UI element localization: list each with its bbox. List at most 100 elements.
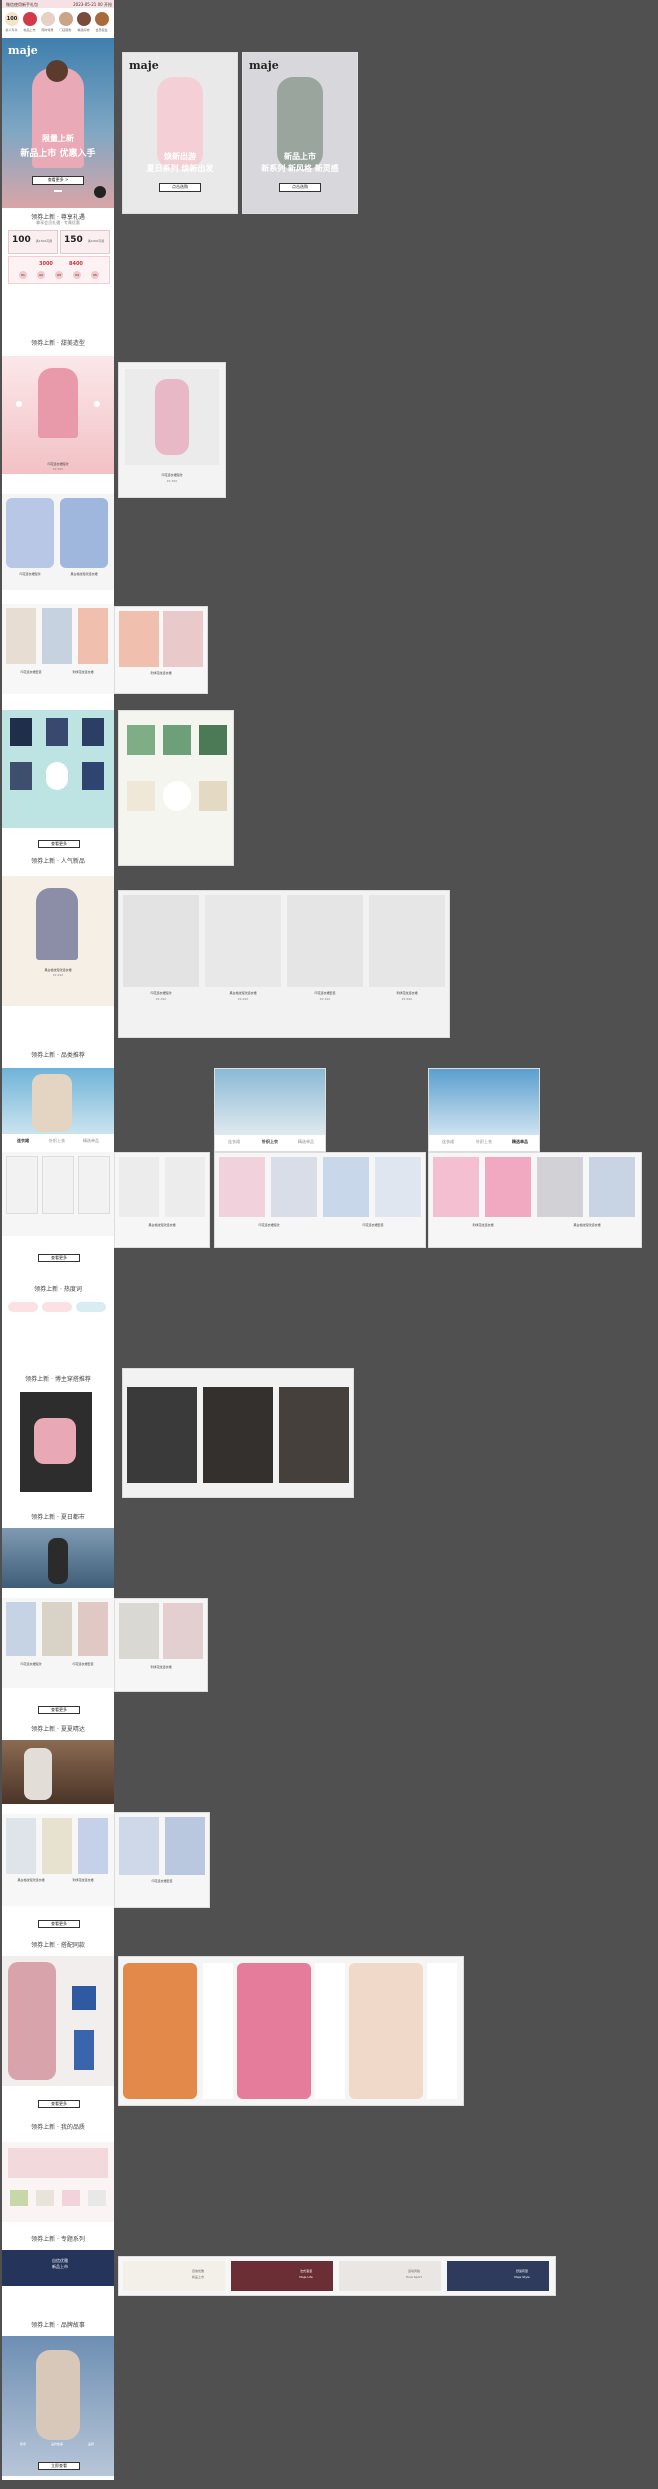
grid-item[interactable] xyxy=(46,718,68,746)
grid-item[interactable] xyxy=(82,718,104,746)
promo-banner-4[interactable]: 舒适有型 Maje Style xyxy=(447,2261,549,2291)
category-variant-2[interactable]: 连衣裙 针织上衣 精选单品 xyxy=(214,1068,326,1152)
match-item-panel[interactable] xyxy=(315,1963,345,2099)
product-image[interactable] xyxy=(369,895,445,987)
product-image[interactable] xyxy=(78,1602,108,1656)
hot-word-tag[interactable] xyxy=(76,1302,106,1312)
product-image[interactable] xyxy=(119,611,159,667)
coupon-card-2[interactable]: 150 满2000可用 xyxy=(60,230,110,254)
match-look[interactable] xyxy=(237,1963,311,2099)
tab-picks[interactable]: 精选单品 xyxy=(291,1139,321,1144)
product-image[interactable] xyxy=(78,1818,108,1874)
product-image[interactable] xyxy=(78,1156,110,1214)
quality-item[interactable] xyxy=(62,2190,80,2206)
product-image[interactable] xyxy=(123,895,199,987)
match-item-bottom[interactable] xyxy=(74,2030,94,2070)
product-image[interactable] xyxy=(6,1602,36,1656)
match-look[interactable] xyxy=(349,1963,423,2099)
product-image[interactable] xyxy=(6,1156,38,1214)
hero-variant-2-button[interactable]: 点击选购 xyxy=(159,183,201,192)
tab-dresses[interactable]: 连衣裙 xyxy=(219,1139,249,1144)
blogger-look[interactable] xyxy=(127,1387,197,1483)
music-icon[interactable] xyxy=(94,186,106,198)
blogger-look[interactable] xyxy=(279,1387,349,1483)
product-image[interactable] xyxy=(119,1157,159,1217)
hot-word-tag[interactable] xyxy=(8,1302,38,1312)
grid-item[interactable] xyxy=(127,725,155,755)
product-image[interactable] xyxy=(485,1157,531,1217)
grid-item[interactable] xyxy=(163,725,191,755)
hero-variant-3-button[interactable]: 点击选购 xyxy=(279,183,321,192)
brand-tag-1[interactable]: 搜索 xyxy=(8,2442,38,2446)
hot-word-tag[interactable] xyxy=(42,1302,72,1312)
blogger-card[interactable] xyxy=(2,1388,114,1498)
view-more-button[interactable]: 查看更多 xyxy=(38,1706,80,1714)
promo-banner-3[interactable]: 运动风格 Pure Sport xyxy=(339,2261,441,2291)
city-banner[interactable] xyxy=(2,1528,114,1588)
tab-knitwear[interactable]: 针织上衣 xyxy=(42,1138,72,1143)
match-item-top[interactable] xyxy=(72,1986,96,2010)
product-image[interactable] xyxy=(375,1157,421,1217)
view-more-button[interactable]: 查看更多 xyxy=(38,1254,80,1262)
product-image[interactable] xyxy=(42,608,72,664)
hero-variant-2[interactable]: maje 焕新出游 夏日系列 焕新出发 点击选购 xyxy=(122,52,238,214)
promo-banner-1[interactable]: 自信优雅 新品上市 xyxy=(123,2261,225,2291)
product-image[interactable] xyxy=(6,1818,36,1874)
grid-item-center[interactable] xyxy=(46,762,68,790)
product-image[interactable] xyxy=(287,895,363,987)
match-card[interactable] xyxy=(2,1956,114,2086)
product-image[interactable] xyxy=(42,1156,74,1214)
grid-item[interactable] xyxy=(127,781,155,811)
product-detail-card[interactable]: 印花连衣裙短款 ¥2,390 xyxy=(118,362,226,498)
product-image[interactable] xyxy=(165,1817,205,1875)
blogger-look[interactable] xyxy=(203,1387,273,1483)
product-image[interactable] xyxy=(537,1157,583,1217)
grid-item[interactable] xyxy=(82,762,104,790)
tab-knitwear[interactable]: 针织上衣 xyxy=(469,1139,499,1144)
prev-arrow-icon[interactable] xyxy=(16,401,22,407)
quality-banner[interactable] xyxy=(2,2142,114,2222)
grid-item[interactable] xyxy=(10,762,32,790)
view-more-button[interactable]: 查看更多 xyxy=(38,840,80,848)
product-image[interactable] xyxy=(6,498,54,568)
brand-story-card[interactable]: 搜索 品牌故事 品牌 立即查看 xyxy=(2,2336,114,2476)
nav-icon-model-2[interactable] xyxy=(59,12,73,26)
hero-banner[interactable]: maje 限量上新 新品上市 优惠入手 查看更多 > xyxy=(2,38,114,208)
hero-button[interactable]: 查看更多 > xyxy=(32,176,84,185)
grid-item[interactable] xyxy=(10,718,32,746)
match-item-panel[interactable] xyxy=(203,1963,233,2099)
quality-item[interactable] xyxy=(88,2190,106,2206)
series-banner[interactable]: 自信优雅 新品上市 xyxy=(2,2250,114,2286)
product-image[interactable] xyxy=(119,1817,159,1875)
match-item-panel[interactable] xyxy=(427,1963,457,2099)
brand-tag-3[interactable]: 品牌 xyxy=(76,2442,106,2446)
featured-product-card[interactable]: 印花连衣裙短款 ¥2,390 xyxy=(2,356,114,474)
product-image[interactable] xyxy=(6,608,36,664)
brand-story-button[interactable]: 立即查看 xyxy=(38,2462,80,2470)
tab-dresses[interactable]: 连衣裙 xyxy=(433,1139,463,1144)
promo-banner-2[interactable]: 法式浪漫 Maje Life xyxy=(231,2261,333,2291)
product-image[interactable] xyxy=(433,1157,479,1217)
brand-tag-2[interactable]: 品牌故事 xyxy=(42,2442,72,2446)
carousel-dot[interactable] xyxy=(54,190,62,192)
view-more-button[interactable]: 查看更多 xyxy=(38,1920,80,1928)
product-image[interactable] xyxy=(42,1818,72,1874)
product-image[interactable] xyxy=(42,1602,72,1656)
product-image[interactable] xyxy=(271,1157,317,1217)
nav-icon-model-4[interactable] xyxy=(95,12,109,26)
coupon-card-1[interactable]: 100 满1500可用 xyxy=(8,230,58,254)
tab-picks[interactable]: 精选单品 xyxy=(76,1138,106,1143)
product-image[interactable] xyxy=(165,1157,205,1217)
top-banner[interactable]: 微信使用新手礼包 2023-05-21 00 开抢 xyxy=(2,0,114,8)
category-variant-3[interactable]: 连衣裙 针织上衣 精选单品 xyxy=(428,1068,540,1152)
quality-item[interactable] xyxy=(10,2190,28,2206)
popular-product-card[interactable]: 黑白格纹短款连衣裙 ¥2,490 xyxy=(2,876,114,1006)
product-image[interactable] xyxy=(163,1603,203,1659)
product-image[interactable] xyxy=(219,1157,265,1217)
tab-knitwear[interactable]: 针织上衣 xyxy=(255,1139,285,1144)
product-image[interactable] xyxy=(60,498,108,568)
product-image[interactable] xyxy=(163,611,203,667)
tab-dresses[interactable]: 连衣裙 xyxy=(8,1138,38,1143)
quality-item[interactable] xyxy=(36,2190,54,2206)
product-image[interactable] xyxy=(119,1603,159,1659)
